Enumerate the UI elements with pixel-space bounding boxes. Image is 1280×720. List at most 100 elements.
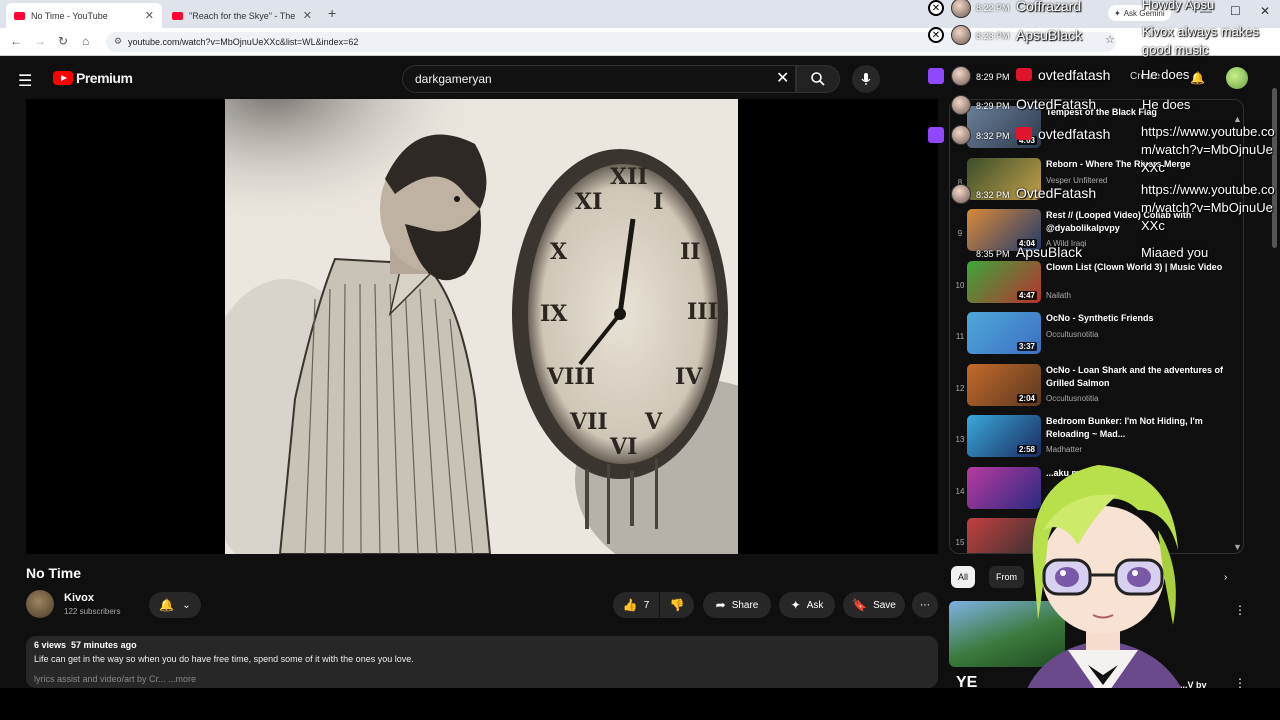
search-icon	[811, 72, 825, 86]
playlist-item-title[interactable]: OcNo - Synthetic Friends	[1046, 312, 1226, 325]
chat-username: ovtedfatash	[1038, 67, 1111, 83]
playlist-item-index: 9	[957, 229, 963, 238]
svg-text:XI: XI	[575, 189, 602, 215]
playlist-item[interactable]: 10 4:47 Clown List (Clown World 3) | Music…	[950, 259, 1243, 309]
chat-username: OvtedFatash	[1016, 185, 1097, 201]
playlist-item-thumbnail[interactable]: 3:37	[967, 312, 1041, 354]
chat-avatar	[951, 125, 971, 145]
bell-icon: 🔔	[159, 598, 175, 612]
logo-text: Premium	[76, 70, 133, 86]
playlist-item-title[interactable]: Clown List (Clown World 3) | Music Video	[1046, 261, 1226, 274]
chat-message: Kivox always makes good music	[1142, 24, 1260, 57]
camera-icon	[1016, 127, 1032, 140]
svg-text:IX: IX	[540, 301, 568, 327]
url-text: youtube.com/watch?v=MbOjnuUeXXc&list=WL&…	[128, 37, 359, 47]
chat-username: ovtedfatash	[1038, 126, 1111, 142]
playlist-item-thumbnail[interactable]: 2:04	[967, 363, 1041, 406]
clear-search-icon[interactable]: ✕	[776, 68, 789, 88]
playlist-item-title[interactable]: OcNo - Loan Shark and the adventures of …	[1046, 364, 1226, 390]
vtuber-avatar	[1018, 465, 1193, 720]
dislike-button[interactable]: 👎	[660, 592, 694, 618]
duration-badge: 2:04	[1016, 393, 1037, 403]
channel-name[interactable]: Kivox	[64, 592, 94, 604]
youtube-play-icon	[53, 71, 73, 85]
playlist-item-index: 12	[955, 383, 965, 393]
chat-time: 8:32 PM	[976, 190, 1010, 200]
back-icon[interactable]: ←	[10, 34, 22, 48]
new-tab-icon[interactable]: +	[328, 5, 336, 21]
ask-button[interactable]: ✦ Ask	[779, 592, 835, 618]
view-stats: 6 views 57 minutes ago	[34, 640, 930, 650]
svg-text:I: I	[653, 189, 663, 215]
notifications-icon[interactable]: 🔔	[1190, 71, 1205, 85]
chat-time: 8:23 PM	[976, 31, 1010, 41]
playlist-item-index: 11	[955, 332, 965, 341]
close-tab-icon[interactable]: ✕	[145, 9, 154, 22]
search-button[interactable]	[796, 65, 840, 93]
home-icon[interactable]: ⌂	[82, 34, 89, 48]
artwork-illustration: XII I II III IV V VI VII VIII IX X XI	[225, 99, 738, 554]
playlist-item-channel[interactable]: Occultusnotitia	[1046, 394, 1098, 403]
search-input[interactable]: darkgameryan	[402, 65, 796, 93]
twitch-icon	[928, 68, 944, 84]
svg-text:VI: VI	[609, 434, 637, 460]
sparkle-icon: ✦	[1114, 8, 1121, 18]
save-button[interactable]: 🔖 Save	[843, 592, 905, 618]
view-count: 6 views	[34, 640, 67, 650]
tab-title: No Time - YouTube	[31, 10, 108, 21]
playlist-item-index: 15	[955, 538, 965, 547]
camera-icon	[1016, 68, 1032, 81]
chat-username: ApsuBlack	[1016, 27, 1083, 43]
youtube-logo[interactable]: Premium	[53, 70, 133, 86]
video-title: No Time	[26, 565, 81, 581]
browser-tab-active[interactable]: No Time - YouTube ✕	[6, 3, 162, 28]
share-button[interactable]: ➦ Share	[703, 592, 771, 618]
screen: No Time - YouTube ✕ "Reach for the Skye"…	[0, 0, 1280, 720]
browser-toolbar: ← → ↻ ⌂ ⚙ youtube.com/watch?v=MbOjnuUeXX…	[0, 28, 1280, 56]
subscribe-notification-button[interactable]: 🔔 ⌄	[149, 592, 201, 618]
microphone-icon	[861, 73, 871, 85]
subscriber-count: 122 subscribers	[64, 607, 121, 616]
duration-badge: 3:37	[1016, 342, 1037, 351]
playlist-item[interactable]: 11 3:37 OcNo - Synthetic Friends Occultusno…	[950, 310, 1243, 360]
close-window-icon[interactable]: ✕	[1260, 4, 1270, 18]
menu-icon[interactable]: ☰	[18, 71, 32, 91]
playlist-item[interactable]: 12 2:04 OcNo - Loan Shark and the adventur…	[950, 362, 1243, 412]
close-tab-icon[interactable]: ✕	[303, 9, 312, 22]
forward-icon[interactable]: →	[34, 34, 46, 48]
bottom-black-bar	[0, 688, 1280, 720]
svg-text:IV: IV	[675, 364, 703, 390]
description-more[interactable]: lyrics assist and video/art by Cr... ...…	[34, 674, 930, 684]
more-horizontal-icon: ⋯	[920, 599, 930, 611]
chat-avatar	[951, 25, 971, 45]
description-box[interactable]: 6 views 57 minutes ago Life can get in t…	[26, 636, 938, 688]
browser-tab-strip: No Time - YouTube ✕ "Reach for the Skye"…	[0, 0, 1280, 28]
chat-message: He does	[1142, 97, 1191, 112]
playlist-item-thumbnail[interactable]: 4:47	[967, 260, 1041, 303]
browser-tab[interactable]: "Reach for the Skye" - The Obli... ✕	[164, 3, 320, 28]
channel-avatar[interactable]	[26, 590, 54, 618]
reload-icon[interactable]: ↻	[58, 34, 68, 48]
description-text: Life can get in the way so when you do h…	[34, 654, 414, 664]
svg-text:XII: XII	[610, 164, 648, 190]
bookmark-star-icon[interactable]: ☆	[1105, 33, 1115, 46]
voice-search-button[interactable]	[852, 65, 880, 93]
playlist-item-index: 13	[955, 435, 965, 444]
playlist-item-channel[interactable]: Nailath	[1046, 291, 1071, 300]
playlist-item-channel[interactable]: Occultusnotitia	[1046, 330, 1098, 339]
playlist-item-title[interactable]: Bedroom Bunker: I'm Not Hiding, I'm Relo…	[1046, 415, 1226, 441]
chat-username: OvtedFatash	[1016, 96, 1097, 112]
maximize-icon[interactable]: ☐	[1230, 4, 1241, 18]
duration-badge: 4:47	[1016, 290, 1037, 300]
like-button[interactable]: 👍 7	[613, 592, 659, 618]
chat-avatar	[951, 66, 971, 86]
video-frame-artwork[interactable]: XII I II III IV V VI VII VIII IX X XI	[225, 99, 738, 554]
more-actions-button[interactable]: ⋯	[912, 592, 938, 618]
site-info-icon[interactable]: ⚙	[114, 36, 122, 47]
user-avatar[interactable]	[1226, 67, 1248, 89]
chat-message: Miaaed you	[1141, 245, 1209, 260]
upload-age: 57 minutes ago	[71, 640, 137, 650]
chevron-down-icon: ⌄	[182, 599, 191, 611]
playlist-item-channel[interactable]: Vesper Unfiltered	[1046, 176, 1107, 185]
sparkle-icon: ✦	[790, 598, 801, 612]
